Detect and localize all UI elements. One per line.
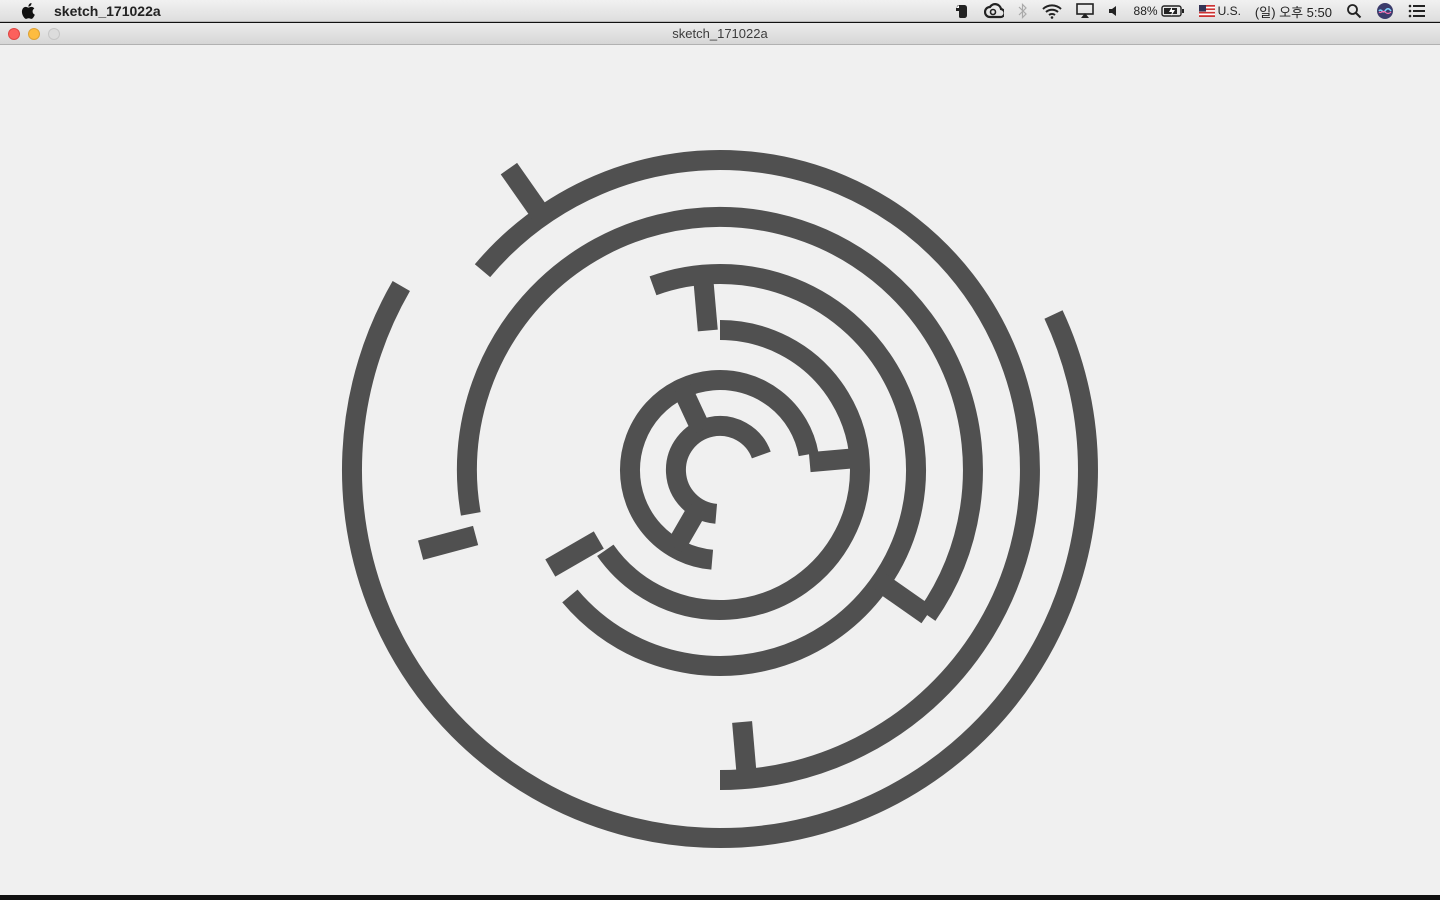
maze-connector-2 xyxy=(418,525,479,560)
maze-connector-5 xyxy=(692,273,718,332)
battery-percent: 88% xyxy=(1133,4,1158,18)
creative-cloud-icon[interactable] xyxy=(983,3,1004,19)
maze-connector-4 xyxy=(874,574,933,624)
maze-connector-9 xyxy=(666,503,707,553)
input-source-label: U.S. xyxy=(1217,4,1241,18)
battery-status[interactable]: 88% xyxy=(1134,4,1185,18)
app-name-menu[interactable]: sketch_171022a xyxy=(54,3,161,19)
notification-center-icon[interactable] xyxy=(1408,4,1426,18)
sketch-window: sketch_171022a xyxy=(0,23,1440,895)
evernote-icon[interactable] xyxy=(954,3,970,19)
siri-icon[interactable] xyxy=(1376,2,1394,20)
input-source-menu[interactable]: U.S. xyxy=(1198,4,1241,18)
wifi-icon[interactable] xyxy=(1041,3,1062,19)
maze-connector-1 xyxy=(500,162,551,222)
maze-ring-7 xyxy=(665,415,771,524)
maze-ring-1 xyxy=(341,281,1098,848)
spotlight-icon[interactable] xyxy=(1346,3,1362,19)
menu-bar: sketch_171022a 88% U.S. (일) 오후 5:50 xyxy=(0,0,1440,22)
maze-connector-3 xyxy=(732,721,757,780)
maze-ring-6 xyxy=(619,370,819,570)
battery-icon xyxy=(1160,5,1184,17)
sketch-canvas xyxy=(0,45,1440,895)
airplay-icon[interactable] xyxy=(1075,3,1094,19)
clock[interactable]: (일) 오후 5:50 xyxy=(1255,2,1332,21)
volume-icon[interactable] xyxy=(1108,3,1120,19)
bluetooth-icon[interactable] xyxy=(1018,3,1028,19)
maze-connector-7 xyxy=(808,447,861,473)
window-title: sketch_171022a xyxy=(672,26,768,41)
screen-bottom-edge xyxy=(0,895,1440,900)
window-titlebar[interactable]: sketch_171022a xyxy=(0,23,1440,45)
maze-ring-2 xyxy=(474,150,1040,790)
maze-spiral xyxy=(341,150,1098,848)
us-flag-icon xyxy=(1198,5,1215,17)
maze-connector-6 xyxy=(545,531,604,577)
maze-connector-8 xyxy=(672,384,711,435)
apple-icon[interactable] xyxy=(18,3,38,19)
